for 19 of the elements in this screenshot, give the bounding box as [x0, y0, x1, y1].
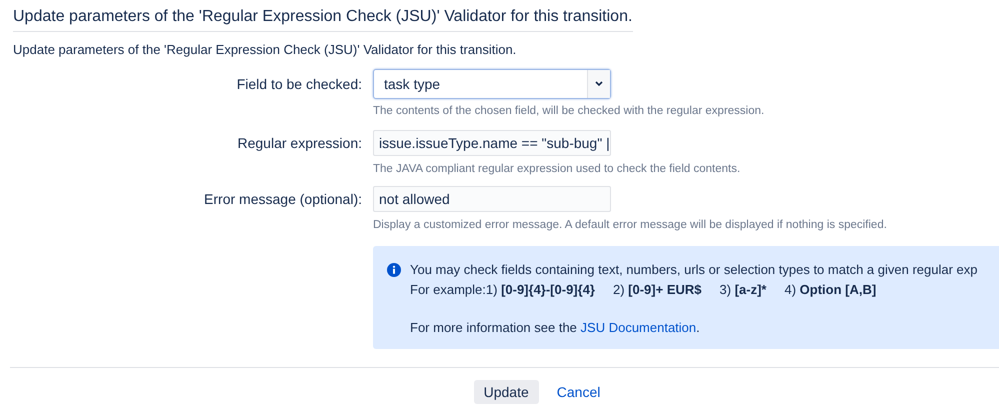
- field-hint: The contents of the chosen field, will be checked with the regular expression.: [373, 105, 766, 117]
- more-info-text: For more information see the JSU Documentation.: [410, 319, 701, 337]
- input-field[interactable]: issue.issueType.name == "sub-bug" ||: [373, 130, 611, 156]
- field-select[interactable]: task type: [373, 69, 611, 99]
- field-hint: Display a customized error message. A default error message will be displayed if nothing is specified.: [373, 219, 888, 231]
- documentation-link[interactable]: JSU Documentation: [580, 320, 696, 335]
- description: Update parameters of the 'Regular Expression Check (JSU)' Validator for this transition.: [13, 42, 518, 57]
- dialog-title: Update parameters of the 'Regular Expression Check (JSU)' Validator for this transition.: [13, 8, 633, 32]
- field-label: Field to be checked:: [236, 75, 362, 94]
- field-hint: The JAVA compliant regular expression used to check the field contents.: [373, 163, 742, 175]
- update-button[interactable]: Update: [474, 380, 539, 404]
- chevron-down-icon: [595, 81, 603, 87]
- cancel-link[interactable]: Cancel: [546, 380, 610, 404]
- info-icon: [387, 263, 401, 277]
- field-label: Regular expression:: [236, 134, 362, 153]
- info-text: You may check fields containing text, numbers, urls or selection types to match a given regular exp: [410, 261, 978, 279]
- examples-text: For example:1) [0-9]{4}-[0-9]{4} 2) [0-9]+ EUR$ 3) [a-z]* 4) Option [A,B]: [410, 281, 878, 299]
- input-field[interactable]: not allowed: [373, 186, 611, 212]
- field-label: Error message (optional):: [203, 190, 362, 209]
